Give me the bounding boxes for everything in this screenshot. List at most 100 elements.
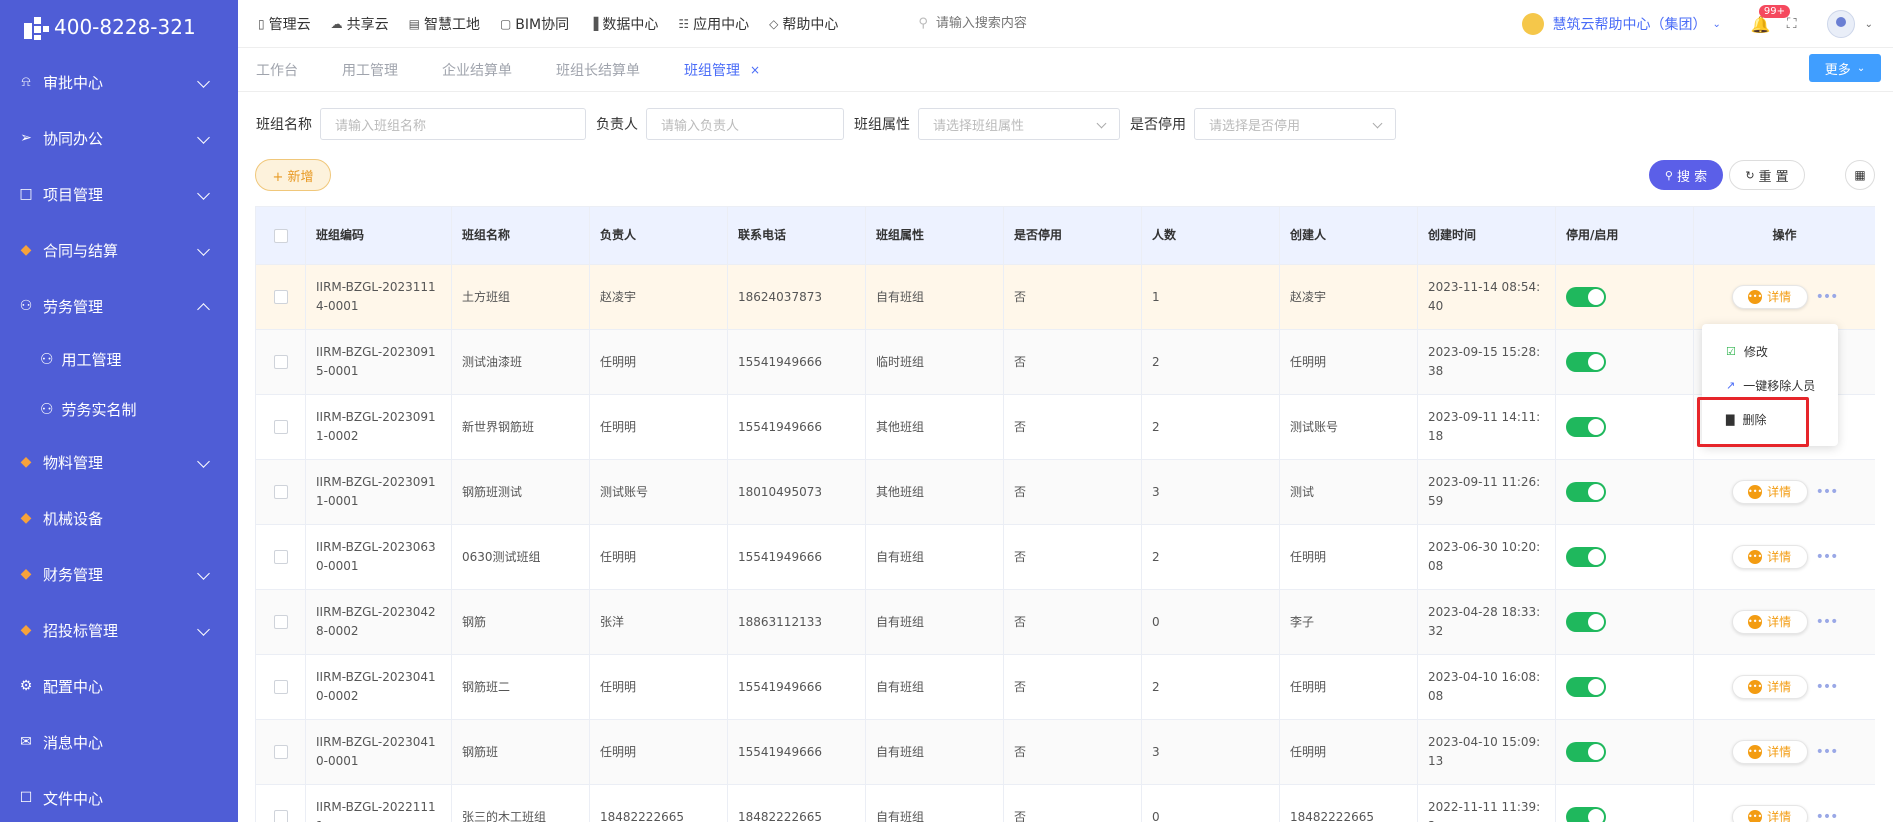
table-row[interactable]: IIRM-BZGL-20230911-0001 钢筋班测试 测试账号 18010495…	[255, 459, 1875, 525]
sidebar-item[interactable]: ⚇ 劳务管理	[0, 278, 238, 334]
table-row[interactable]: IIRM-BZGL-20230630-0001 0630测试班组 任明明 155419…	[255, 524, 1875, 590]
table-row[interactable]: IIRM-BZGL-20230428-0002 钢筋 张洋 18863112133 自有…	[255, 589, 1875, 655]
tab[interactable]: 工作台	[256, 60, 298, 80]
table-row[interactable]: IIRM-BZGL-20221111张三的木工班组184822226651848…	[255, 784, 1875, 822]
row-checkbox[interactable]	[273, 355, 288, 369]
more-button[interactable]: 更多 ⌄	[1809, 54, 1881, 82]
detail-button[interactable]: ••• 详情	[1731, 545, 1808, 569]
more-circle-icon: •••	[1748, 550, 1762, 564]
row-checkbox[interactable]	[273, 680, 288, 694]
more-circle-icon: •••	[1748, 290, 1762, 304]
sidebar-item[interactable]: ◆ 物料管理	[0, 434, 238, 490]
search-button-label: 搜 索	[1676, 169, 1708, 185]
table-row[interactable]: IIRM-BZGL-20230915-0001 测试油漆班 任明明 155419496…	[255, 329, 1875, 395]
enable-toggle[interactable]	[1566, 742, 1606, 762]
notification-button[interactable]: 🔔 99+	[1751, 4, 1790, 34]
more-actions-icon[interactable]: •••	[1816, 678, 1839, 697]
cell-name: 钢筋班	[451, 719, 590, 785]
table-row[interactable]: IIRM-BZGL-20231114-0001 土方班组 赵凌宇 1862403787…	[255, 264, 1875, 330]
sidebar-item[interactable]: □ 项目管理	[0, 166, 238, 222]
select-all-checkbox[interactable]	[273, 228, 288, 243]
enable-toggle[interactable]	[1566, 807, 1606, 822]
enable-toggle[interactable]	[1566, 482, 1606, 502]
top-nav-item[interactable]: ▤ 智慧工地	[409, 14, 480, 34]
enable-toggle[interactable]	[1566, 612, 1606, 632]
sidebar-subitem[interactable]: ⚇ 用工管理	[0, 334, 238, 384]
row-checkbox[interactable]	[273, 745, 288, 759]
row-checkbox[interactable]	[273, 810, 288, 822]
search-button[interactable]: ⚲ 搜 索	[1649, 160, 1723, 190]
global-search-input[interactable]	[935, 16, 1156, 31]
row-checkbox[interactable]	[273, 485, 288, 499]
sidebar-item[interactable]: ⚙ 配置中心	[0, 658, 238, 714]
row-checkbox[interactable]	[273, 615, 288, 629]
sidebar-item[interactable]: ✉ 消息中心	[0, 714, 238, 770]
table-row[interactable]: IIRM-BZGL-20230911-0002 新世界钢筋班 任明明 15541949…	[255, 394, 1875, 460]
tab[interactable]: 企业结算单	[442, 60, 512, 80]
tab[interactable]: 用工管理	[342, 60, 398, 80]
detail-button[interactable]: ••• 详情	[1731, 610, 1808, 634]
detail-button[interactable]: ••• 详情	[1731, 740, 1808, 764]
sidebar-item[interactable]: ◆ 合同与结算	[0, 222, 238, 278]
top-nav-item[interactable]: ◇ 帮助中心	[769, 14, 838, 34]
sidebar-item[interactable]: ⍾ 审批中心	[0, 54, 238, 110]
more-actions-icon[interactable]: •••	[1816, 288, 1839, 307]
detail-button[interactable]: ••• 详情	[1731, 805, 1808, 822]
table-row[interactable]: IIRM-BZGL-20230410-0001 钢筋班 任明明 15541949666…	[255, 719, 1875, 785]
cell-creator: 李子	[1279, 589, 1418, 655]
more-actions-icon[interactable]: •••	[1816, 743, 1839, 762]
dropdown-item-label: 一键移除人员	[1743, 378, 1816, 393]
avatar[interactable]	[1826, 10, 1855, 38]
detail-button[interactable]: ••• 详情	[1731, 675, 1808, 699]
logo-text: 400-8228-321	[54, 15, 196, 39]
global-search[interactable]: ⚲	[918, 16, 1156, 31]
reset-button[interactable]: ↻ 重 置	[1729, 160, 1805, 190]
tab[interactable]: 班组长结算单	[556, 60, 640, 80]
add-button[interactable]: + 新增	[255, 159, 331, 191]
team-attr-select[interactable]: 请选择班组属性	[918, 108, 1120, 140]
sidebar-subitem[interactable]: ⚇ 劳务实名制	[0, 384, 238, 434]
detail-button[interactable]: ••• 详情	[1731, 480, 1808, 504]
chevron-down-icon[interactable]: ⌄	[1865, 19, 1873, 30]
team-name-input[interactable]: 请输入班组名称	[320, 108, 586, 140]
close-icon[interactable]: ×	[750, 63, 760, 77]
detail-button[interactable]: ••• 详情	[1731, 285, 1808, 309]
row-checkbox[interactable]	[273, 290, 288, 304]
logo[interactable]: 400-8228-321	[0, 0, 238, 54]
enable-toggle[interactable]	[1566, 677, 1606, 697]
filter-disabled-label: 是否停用	[1130, 117, 1186, 133]
owner-input[interactable]: 请输入负责人	[646, 108, 844, 140]
sidebar-item[interactable]: ◆ 机械设备	[0, 490, 238, 546]
row-checkbox[interactable]	[273, 550, 288, 564]
sidebar-item[interactable]: ☐ 文件中心	[0, 770, 238, 822]
org-switcher[interactable]: 慧筑云帮助中心（集团） ⌄	[1522, 13, 1721, 35]
top-nav-item[interactable]: ▢ BIM协同	[500, 14, 569, 34]
fullscreen-icon[interactable]: ⛶	[1787, 16, 1797, 32]
top-nav-item[interactable]: ☷ 应用中心	[678, 14, 749, 34]
sidebar-item[interactable]: ◆ 财务管理	[0, 546, 238, 602]
more-actions-icon[interactable]: •••	[1816, 483, 1839, 502]
filter-bar: 班组名称 请输入班组名称 负责人 请输入负责人 班组属性 请选择班组属性 是否停…	[256, 108, 1406, 140]
table-row[interactable]: IIRM-BZGL-20230410-0002 钢筋班二 任明明 1554194966…	[255, 654, 1875, 720]
sidebar-item[interactable]: ➢ 协同办公	[0, 110, 238, 166]
enable-toggle[interactable]	[1566, 547, 1606, 567]
top-nav-item[interactable]: ▐ 数据中心	[589, 14, 658, 34]
row-checkbox[interactable]	[273, 420, 288, 434]
row-select-cell	[255, 719, 306, 785]
dropdown-item[interactable]: ☑ 修改	[1702, 334, 1838, 368]
more-actions-icon[interactable]: •••	[1816, 808, 1839, 822]
tab[interactable]: 班组管理 ×	[684, 60, 760, 80]
sidebar-item-label: 消息中心	[43, 733, 104, 752]
top-bar: ▯管理云 ☁共享云 ▤智慧工地 ▢BIM协同 ▐数据中心 ☷应用中心 ◇帮助中心 ⚲ 慧筑云…	[238, 0, 1893, 48]
enable-toggle[interactable]	[1566, 352, 1606, 372]
enable-toggle[interactable]	[1566, 417, 1606, 437]
top-nav-item[interactable]: ▯ 管理云	[258, 14, 311, 34]
enable-toggle[interactable]	[1566, 287, 1606, 307]
top-nav-item[interactable]: ☁ 共享云	[331, 14, 389, 34]
sidebar-item[interactable]: ◆ 招投标管理	[0, 602, 238, 658]
table-header-row: 班组编码 班组名称 负责人 联系电话 班组属性 是否停用 人数 创建人 创建时间 停用/启用 操作	[255, 206, 1875, 265]
more-actions-icon[interactable]: •••	[1816, 548, 1839, 567]
disabled-select[interactable]: 请选择是否停用	[1194, 108, 1396, 140]
column-settings-icon[interactable]: ▦	[1845, 160, 1875, 190]
more-actions-icon[interactable]: •••	[1816, 613, 1839, 632]
